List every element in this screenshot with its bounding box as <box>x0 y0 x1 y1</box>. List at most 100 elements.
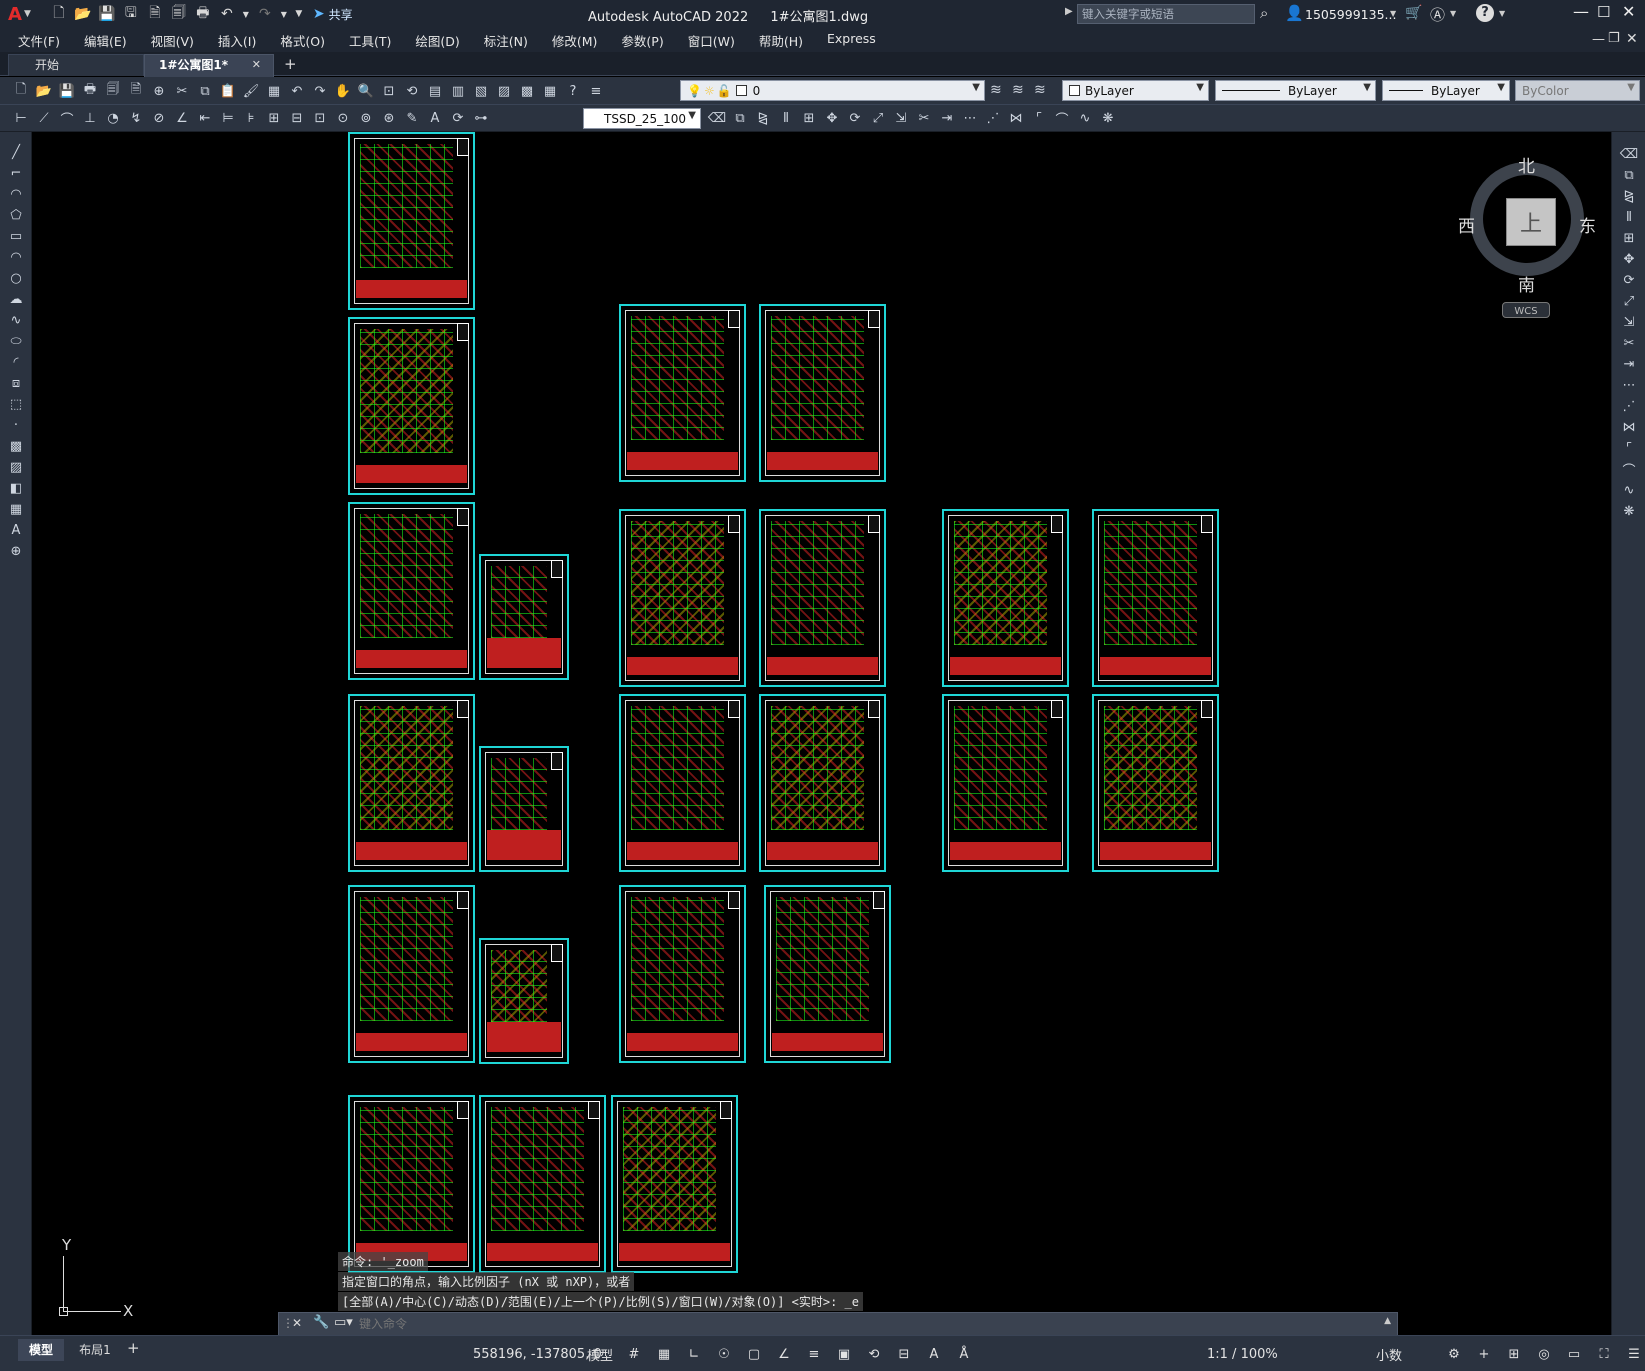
save-icon[interactable]: 💾 <box>97 4 117 24</box>
extend-icon[interactable]: ⇥ <box>1618 354 1640 375</box>
dim-style-icon[interactable]: ⊶ <box>470 107 492 129</box>
menu-item-9[interactable]: 参数(P) <box>609 31 675 50</box>
3d-dwf-icon[interactable]: ⊕ <box>148 80 170 102</box>
minimize-icon[interactable]: — <box>1573 2 1589 21</box>
polar-icon[interactable]: ☉ <box>710 1341 738 1367</box>
menu-item-10[interactable]: 窗口(W) <box>676 31 747 50</box>
save-as-icon[interactable]: 🖫 <box>121 4 141 24</box>
clean-screen-icon[interactable]: ⛶ <box>1590 1341 1618 1367</box>
redo-icon[interactable]: ↷ <box>255 4 275 24</box>
sheet-set-icon[interactable]: ▨ <box>493 80 515 102</box>
compass-west[interactable]: 西 <box>1458 212 1475 237</box>
units-readout[interactable]: 小数 <box>1376 1339 1402 1369</box>
copy-icon[interactable]: ⧉ <box>194 80 216 102</box>
plot-preview-icon[interactable]: 🗐 <box>102 80 124 102</box>
drawing-sheet[interactable] <box>348 885 475 1063</box>
redo-icon[interactable]: ↷ <box>309 80 331 102</box>
arc-icon[interactable]: ◠ <box>5 247 27 268</box>
drawing-sheet[interactable] <box>479 746 569 872</box>
compass-south[interactable]: 南 <box>1518 271 1535 296</box>
scale-icon[interactable]: ⤢ <box>1618 291 1640 312</box>
drawing-sheet[interactable] <box>348 694 475 872</box>
undo-icon[interactable]: ↶ <box>217 4 237 24</box>
drawing-canvas[interactable]: 上 北 南 西 东 WCS Y X 命令: '_zoom 指定窗口的角点，输入比… <box>33 132 1611 1335</box>
drawing-sheet[interactable] <box>942 694 1069 872</box>
polyline-icon[interactable]: ⌐ <box>5 163 27 184</box>
design-center-icon[interactable]: ▥ <box>447 80 469 102</box>
erase-icon[interactable]: ⌫ <box>1618 144 1640 165</box>
break-icon[interactable]: ⋰ <box>1618 396 1640 417</box>
menu-item-7[interactable]: 标注(N) <box>472 31 540 50</box>
annotation-visibility-icon[interactable]: A <box>920 1341 948 1367</box>
drawing-sheet[interactable] <box>759 304 886 482</box>
offset-icon[interactable]: ⫴ <box>775 107 797 129</box>
redo-dropdown-icon[interactable]: ▼ <box>279 4 289 24</box>
array-icon[interactable]: ⊞ <box>798 107 820 129</box>
layer-previous-icon[interactable]: ≋ <box>1034 82 1046 98</box>
rotate-icon[interactable]: ⟳ <box>844 107 866 129</box>
polygon-icon[interactable]: ⬠ <box>5 205 27 226</box>
rotate-icon[interactable]: ⟳ <box>1618 270 1640 291</box>
trim-icon[interactable]: ✂ <box>1618 333 1640 354</box>
doc-restore-icon[interactable]: ❐ <box>1608 31 1620 46</box>
dim-space-icon[interactable]: ⊞ <box>263 107 285 129</box>
drawing-sheet[interactable] <box>764 885 891 1063</box>
paste-icon[interactable]: 📋 <box>217 80 239 102</box>
transparency-icon[interactable]: ▣ <box>830 1341 858 1367</box>
drawing-sheet[interactable] <box>479 1095 606 1273</box>
circle-icon[interactable]: ○ <box>5 268 27 289</box>
copy-obj-icon[interactable]: ⧉ <box>729 107 751 129</box>
command-recent-icon[interactable]: ▭▾ <box>334 1315 353 1330</box>
save-web-icon[interactable]: 🗐 <box>169 4 189 24</box>
undo-dropdown-icon[interactable]: ▼ <box>241 4 251 24</box>
close-window-icon[interactable]: ✕ <box>1622 2 1635 21</box>
mirror-icon[interactable]: ⧎ <box>1618 186 1640 207</box>
erase-icon[interactable]: ⌫ <box>706 107 728 129</box>
menu-item-5[interactable]: 工具(T) <box>337 31 403 50</box>
model-space-toggle[interactable]: 模型 <box>587 1339 613 1369</box>
drawing-sheet[interactable] <box>611 1095 738 1273</box>
markup-icon[interactable]: ▩ <box>516 80 538 102</box>
quick-dim-icon[interactable]: ⇤ <box>194 107 216 129</box>
make-block-icon[interactable]: ⬚ <box>5 394 27 415</box>
dim-radius-icon[interactable]: ◔ <box>102 107 124 129</box>
mirror-icon[interactable]: ⧎ <box>752 107 774 129</box>
doc-minimize-icon[interactable]: — <box>1592 32 1605 47</box>
drawing-sheet[interactable] <box>479 938 569 1064</box>
pan-icon[interactable]: ✋ <box>332 80 354 102</box>
menu-item-8[interactable]: 修改(M) <box>540 31 610 50</box>
annotation-scale[interactable]: 1:1 / 100% <box>1207 1339 1278 1369</box>
publish-icon[interactable]: 🗎 <box>125 80 147 102</box>
tool-palettes-icon[interactable]: ▧ <box>470 80 492 102</box>
menu-item-6[interactable]: 绘图(D) <box>403 31 471 50</box>
share-icon[interactable]: ➤ <box>313 6 325 22</box>
customize-quick-access-icon[interactable]: ▼ <box>293 4 305 24</box>
command-close-icon[interactable]: ✕ <box>292 1316 302 1330</box>
chamfer-icon[interactable]: ⌜ <box>1618 438 1640 459</box>
open-file-icon[interactable]: 📂 <box>73 4 93 24</box>
ellipse-icon[interactable]: ⬭ <box>5 331 27 352</box>
fillet-icon[interactable]: ⌒ <box>1618 459 1640 480</box>
dim-linear-icon[interactable]: ⊢ <box>10 107 32 129</box>
plotstyle-dropdown[interactable]: ByColor ▼ <box>1515 80 1640 101</box>
fillet-icon[interactable]: ⌒ <box>1051 107 1073 129</box>
tab-start[interactable]: 开始 <box>8 54 144 76</box>
plot-icon[interactable]: 🖶 <box>79 80 101 102</box>
viewcube[interactable]: 上 北 南 西 东 <box>1458 157 1596 296</box>
customize-icon[interactable]: ☰ <box>1620 1341 1645 1367</box>
search-input[interactable]: 键入关键字或短语 <box>1077 4 1255 24</box>
tab-close-icon[interactable]: ✕ <box>252 58 261 71</box>
break-icon[interactable]: ⋰ <box>982 107 1004 129</box>
drawing-sheet[interactable] <box>619 694 746 872</box>
dim-text-edit-icon[interactable]: A <box>424 107 446 129</box>
properties-icon[interactable]: ▤ <box>424 80 446 102</box>
offset-icon[interactable]: ⫴ <box>1618 207 1640 228</box>
jogged-linear-icon[interactable]: ⊛ <box>378 107 400 129</box>
compass-north[interactable]: 北 <box>1518 152 1535 177</box>
user-dropdown-icon[interactable]: ▼ <box>1390 9 1396 18</box>
dim-continue-icon[interactable]: ⊧ <box>240 107 262 129</box>
dim-edit-icon[interactable]: ✎ <box>401 107 423 129</box>
layer-state-icon[interactable]: ≡ <box>585 80 607 102</box>
help-icon[interactable]: ? <box>1476 4 1494 22</box>
layer-dropdown[interactable]: 💡 ☼ 🔓 0 ▼ <box>680 80 985 101</box>
